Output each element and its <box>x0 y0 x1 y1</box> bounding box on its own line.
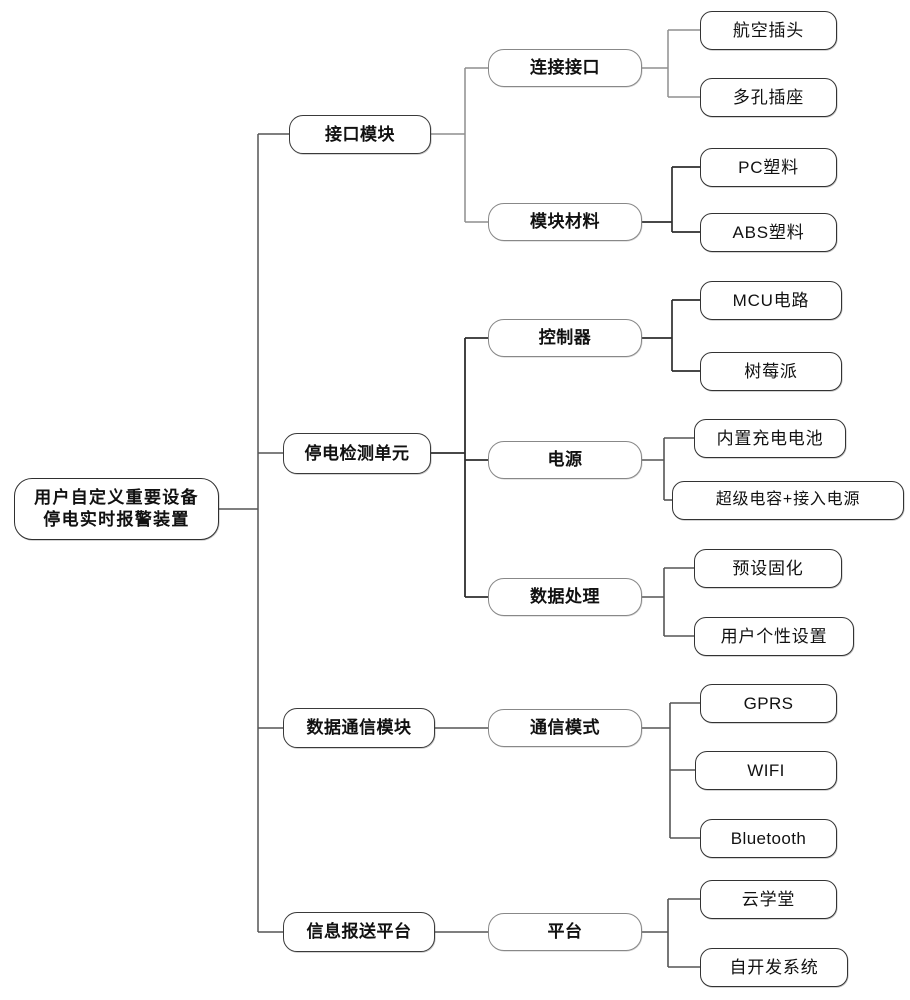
node-data-comm-module[interactable]: 数据通信模块 <box>283 708 435 748</box>
node-communication-mode[interactable]: 通信模式 <box>488 709 642 747</box>
node-abs-plastic[interactable]: ABS塑料 <box>700 213 837 252</box>
mindmap-canvas: 用户自定义重要设备 停电实时报警装置 接口模块 停电检测单元 数据通信模块 信息… <box>0 0 910 1000</box>
node-controller[interactable]: 控制器 <box>488 319 642 357</box>
node-self-developed-system[interactable]: 自开发系统 <box>700 948 848 987</box>
node-root[interactable]: 用户自定义重要设备 停电实时报警装置 <box>14 478 219 540</box>
node-user-custom-settings[interactable]: 用户个性设置 <box>694 617 854 656</box>
node-multihole-socket[interactable]: 多孔插座 <box>700 78 837 117</box>
node-power-supply[interactable]: 电源 <box>488 441 642 479</box>
node-cloud-classroom[interactable]: 云学堂 <box>700 880 837 919</box>
node-wifi[interactable]: WIFI <box>695 751 837 790</box>
node-gprs[interactable]: GPRS <box>700 684 837 723</box>
node-platform[interactable]: 平台 <box>488 913 642 951</box>
node-mcu-circuit[interactable]: MCU电路 <box>700 281 842 320</box>
node-supercap-external-power[interactable]: 超级电容+接入电源 <box>672 481 904 520</box>
node-bluetooth[interactable]: Bluetooth <box>700 819 837 858</box>
node-raspberry-pi[interactable]: 树莓派 <box>700 352 842 391</box>
node-pc-plastic[interactable]: PC塑料 <box>700 148 837 187</box>
node-report-platform[interactable]: 信息报送平台 <box>283 912 435 952</box>
node-aviation-plug[interactable]: 航空插头 <box>700 11 837 50</box>
node-preset-firmware[interactable]: 预设固化 <box>694 549 842 588</box>
node-connection-interface[interactable]: 连接接口 <box>488 49 642 87</box>
node-detection-unit[interactable]: 停电检测单元 <box>283 433 431 474</box>
node-module-material[interactable]: 模块材料 <box>488 203 642 241</box>
node-data-processing[interactable]: 数据处理 <box>488 578 642 616</box>
node-interface-module[interactable]: 接口模块 <box>289 115 431 154</box>
node-builtin-battery[interactable]: 内置充电电池 <box>694 419 846 458</box>
